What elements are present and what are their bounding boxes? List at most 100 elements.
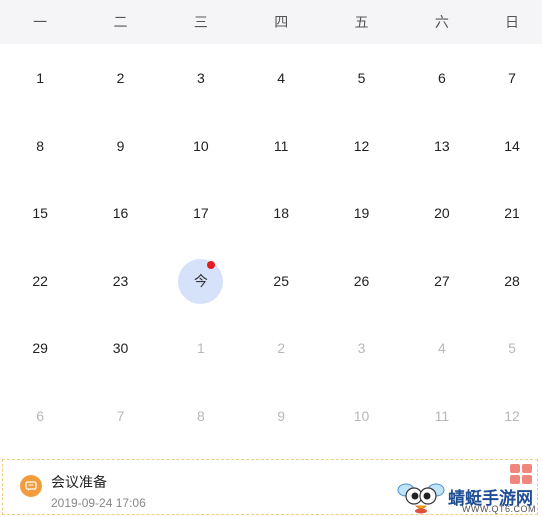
calendar-day-outside-month[interactable]: 11 (402, 382, 482, 450)
event-title: 会议准备 (51, 474, 107, 490)
event-time: 2019-09-24 17:06 (51, 496, 146, 510)
day-number: 29 (32, 340, 48, 357)
day-number: 12 (504, 407, 520, 424)
message-icon (20, 475, 42, 497)
weekday-thu: 四 (274, 14, 289, 30)
calendar-day[interactable]: 18 (241, 179, 321, 247)
calendar-day-outside-month[interactable]: 1 (161, 314, 241, 382)
calendar-day[interactable]: 15 (0, 179, 80, 247)
day-number: 今 (193, 272, 208, 289)
day-number: 26 (353, 272, 370, 289)
calendar-day-outside-month[interactable]: 3 (321, 314, 401, 382)
calendar-day[interactable]: 19 (321, 179, 401, 247)
calendar-day[interactable]: 1 (0, 44, 80, 112)
calendar-day[interactable]: 20 (402, 179, 482, 247)
calendar-day[interactable]: 13 (402, 112, 482, 180)
day-number: 9 (277, 407, 286, 424)
calendar-week-row: 29 30 1 2 3 4 5 (0, 314, 542, 382)
day-number: 22 (32, 272, 48, 289)
calendar-grid: 1 2 3 4 5 6 7 8 9 10 11 12 13 14 15 16 17 18 19 20 21 22 23 今 25… (0, 44, 542, 450)
calendar-week-row: 1 2 3 4 5 6 7 (0, 44, 542, 112)
day-number: 12 (353, 137, 370, 154)
calendar-day[interactable]: 16 (80, 179, 160, 247)
day-number: 7 (508, 70, 516, 86)
day-number: 5 (357, 70, 366, 86)
calendar-day[interactable]: 12 (321, 112, 401, 180)
day-number: 10 (353, 407, 370, 424)
day-number: 18 (273, 205, 289, 222)
day-number: 21 (504, 205, 520, 222)
calendar-day[interactable]: 2 (80, 44, 160, 112)
calendar-day-outside-month[interactable]: 6 (0, 382, 80, 450)
day-number: 27 (434, 272, 450, 289)
weekday-sun: 日 (505, 14, 520, 30)
calendar-day-outside-month[interactable]: 5 (482, 314, 542, 382)
calendar-day-today[interactable]: 今 (161, 247, 241, 315)
day-number: 13 (434, 137, 450, 154)
weekday-wed: 三 (193, 14, 208, 30)
calendar-day-outside-month[interactable]: 4 (402, 314, 482, 382)
calendar-day[interactable]: 9 (80, 112, 160, 180)
day-number: 17 (193, 205, 209, 222)
day-number: 1 (36, 70, 45, 86)
calendar-day[interactable]: 6 (402, 44, 482, 112)
day-number: 16 (112, 205, 129, 222)
calendar-week-row: 15 16 17 18 19 20 21 (0, 179, 542, 247)
calendar-day-outside-month[interactable]: 10 (321, 382, 401, 450)
day-number: 4 (437, 340, 446, 357)
calendar-day[interactable]: 4 (241, 44, 321, 112)
calendar-week-row: 8 9 10 11 12 13 14 (0, 112, 542, 180)
day-number: 30 (112, 340, 129, 357)
weekday-header: 一 二 三 四 五 六 日 (0, 0, 542, 44)
calendar-day[interactable]: 14 (482, 112, 542, 180)
event-indicator-dot (206, 260, 215, 269)
day-number: 19 (353, 205, 370, 222)
day-number: 25 (273, 272, 289, 289)
day-number: 11 (434, 407, 450, 424)
day-number: 11 (273, 137, 289, 154)
calendar-day[interactable]: 11 (241, 112, 321, 180)
day-number: 2 (116, 70, 125, 86)
watermark-logo-icon (510, 464, 532, 484)
calendar-day[interactable]: 17 (161, 179, 241, 247)
day-number: 6 (437, 70, 446, 86)
watermark-url: WWW.QT6.COM (462, 504, 536, 514)
calendar-day[interactable]: 28 (482, 247, 542, 315)
calendar-day-outside-month[interactable]: 12 (482, 382, 542, 450)
calendar-day[interactable]: 10 (161, 112, 241, 180)
weekday-tue: 二 (113, 14, 128, 30)
day-number: 2 (277, 340, 286, 357)
weekday-sat: 六 (434, 14, 449, 30)
calendar-day[interactable]: 22 (0, 247, 80, 315)
day-number: 8 (36, 137, 45, 154)
calendar-day-outside-month[interactable]: 9 (241, 382, 321, 450)
calendar-day[interactable]: 21 (482, 179, 542, 247)
calendar-day[interactable]: 3 (161, 44, 241, 112)
calendar-day-outside-month[interactable]: 2 (241, 314, 321, 382)
day-number: 3 (357, 340, 366, 357)
calendar-day[interactable]: 5 (321, 44, 401, 112)
calendar-day-outside-month[interactable]: 8 (161, 382, 241, 450)
day-number: 5 (508, 340, 516, 357)
calendar-day[interactable]: 23 (80, 247, 160, 315)
weekday-fri: 五 (354, 14, 369, 30)
calendar-day[interactable]: 26 (321, 247, 401, 315)
day-number: 15 (32, 205, 48, 222)
calendar-day[interactable]: 25 (241, 247, 321, 315)
day-number: 20 (434, 205, 450, 222)
day-number: 7 (116, 407, 125, 424)
calendar-day[interactable]: 29 (0, 314, 80, 382)
calendar-day[interactable]: 8 (0, 112, 80, 180)
dragonfly-mascot-icon (397, 483, 445, 514)
day-number: 6 (36, 407, 45, 424)
watermark: 蜻蜓手游网 WWW.QT6.COM (392, 462, 540, 516)
calendar-day[interactable]: 27 (402, 247, 482, 315)
calendar-day[interactable]: 7 (482, 44, 542, 112)
day-number: 14 (504, 137, 520, 154)
calendar-day[interactable]: 30 (80, 314, 160, 382)
day-number: 23 (112, 272, 129, 289)
calendar-day-outside-month[interactable]: 7 (80, 382, 160, 450)
day-number: 8 (196, 407, 205, 424)
day-number: 3 (196, 70, 205, 86)
day-number: 28 (504, 272, 520, 289)
